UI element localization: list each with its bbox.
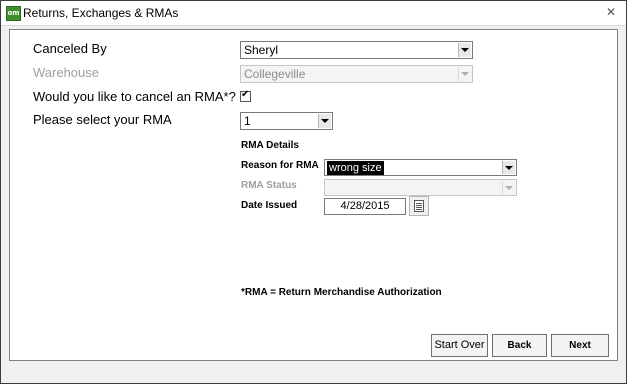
date-issued-label: Date Issued [241, 200, 298, 211]
calendar-icon [414, 200, 424, 212]
reason-dropdown[interactable]: wrong size [324, 159, 517, 176]
start-over-button[interactable]: Start Over [431, 334, 488, 357]
next-button[interactable]: Next [551, 334, 609, 357]
select-rma-dropdown-button[interactable] [318, 114, 331, 128]
chevron-down-icon [505, 186, 513, 190]
back-button[interactable]: Back [492, 334, 547, 357]
chevron-down-icon [505, 166, 513, 170]
cancel-rma-label: Would you like to cancel an RMA*? [33, 89, 236, 104]
warehouse-dropdown-button[interactable] [458, 67, 471, 81]
warehouse-label: Warehouse [33, 65, 99, 80]
reason-value: wrong size [327, 161, 384, 175]
canceled-by-value: Sheryl [244, 43, 279, 57]
calendar-button[interactable] [409, 196, 429, 216]
rma-window: om Returns, Exchanges & RMAs ✕ Canceled … [0, 0, 627, 384]
chevron-down-icon [461, 72, 469, 76]
form-panel: Canceled By Sheryl Warehouse Collegevill… [9, 29, 618, 361]
checkmark-icon: ✔ [241, 89, 250, 100]
rma-details-heading: RMA Details [241, 140, 299, 151]
canceled-by-dropdown-button[interactable] [458, 43, 471, 57]
rma-footnote: *RMA = Return Merchandise Authorization [241, 287, 442, 298]
close-icon[interactable]: ✕ [606, 5, 616, 19]
app-icon: om [6, 6, 21, 21]
window-title: Returns, Exchanges & RMAs [23, 6, 179, 20]
canceled-by-label: Canceled By [33, 41, 107, 56]
rma-status-label: RMA Status [241, 180, 297, 191]
title-bar: om Returns, Exchanges & RMAs ✕ [1, 1, 626, 26]
chevron-down-icon [461, 48, 469, 52]
reason-label: Reason for RMA [241, 160, 319, 171]
reason-dropdown-button[interactable] [502, 161, 515, 174]
chevron-down-icon [321, 119, 329, 123]
canceled-by-dropdown[interactable]: Sheryl [240, 41, 473, 59]
select-rma-dropdown[interactable]: 1 [240, 112, 333, 130]
select-rma-value: 1 [244, 114, 251, 128]
select-rma-label: Please select your RMA [33, 112, 172, 127]
rma-status-dropdown-button[interactable] [502, 181, 515, 194]
cancel-rma-checkbox[interactable]: ✔ [240, 89, 251, 102]
warehouse-value: Collegeville [244, 67, 306, 81]
warehouse-dropdown[interactable]: Collegeville [240, 65, 473, 83]
rma-status-dropdown[interactable] [324, 179, 517, 196]
date-issued-input[interactable]: 4/28/2015 [324, 198, 406, 215]
